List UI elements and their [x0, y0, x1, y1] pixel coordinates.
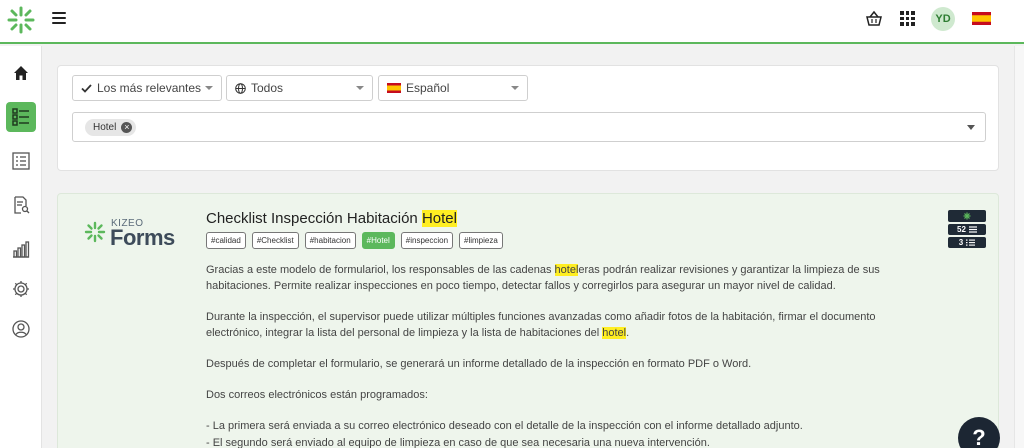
tag-chip-label: Hotel [93, 122, 117, 133]
tag-chip-hotel[interactable]: Hotel × [85, 119, 137, 136]
list-lines-icon [968, 226, 977, 233]
description-bullet: - La primera será enviada a su correo el… [206, 420, 803, 432]
tag-limpieza[interactable]: #limpieza [459, 232, 503, 249]
tag-checklist[interactable]: #Checklist [251, 232, 299, 249]
title-highlight: Hotel [421, 210, 457, 227]
sidebar-item-settings[interactable] [6, 274, 36, 304]
sidebar-item-statistics[interactable] [6, 234, 36, 264]
gear-icon [13, 281, 29, 297]
bullet-list-icon [966, 239, 976, 246]
hamburger-menu-icon[interactable] [52, 12, 66, 24]
spain-flag-icon[interactable] [972, 12, 991, 25]
language-select[interactable]: Español [378, 75, 528, 101]
kizeo-logo-icon [963, 212, 971, 220]
tag-calidad[interactable]: #calidad [206, 232, 246, 249]
title-text: Checklist Inspección Habitación [206, 210, 422, 227]
top-bar: YD [0, 0, 1024, 44]
language-select-value: Español [406, 81, 450, 95]
bar-chart-icon [13, 241, 30, 258]
tag-hotel[interactable]: #Hotel [361, 232, 395, 249]
tag-filter-input[interactable]: Hotel × [72, 112, 986, 142]
search-highlight: hotel [554, 264, 579, 276]
chevron-down-icon [511, 86, 519, 90]
text-segment: Gracias a este modelo de formulariol, lo… [206, 264, 555, 276]
chevron-down-icon [205, 86, 213, 90]
basket-icon[interactable] [865, 10, 883, 28]
scope-select[interactable]: Todos [226, 75, 373, 101]
list-icon [12, 152, 30, 170]
template-description: Gracias a este modelo de formulariol, lo… [206, 262, 926, 448]
tag-inspeccion[interactable]: #inspeccion [400, 232, 454, 249]
pages-count-badge: 52 [948, 224, 986, 235]
sort-select-value: Los más relevantes [97, 81, 202, 95]
text-segment: Durante la inspección, el supervisor pue… [206, 311, 876, 339]
sidebar [0, 46, 42, 448]
lists-count: 3 [958, 238, 964, 247]
checkmark-icon [81, 83, 92, 93]
description-paragraph: Después de completar el formulario, se g… [206, 358, 752, 370]
kizeo-logo-icon [84, 221, 106, 243]
checklist-icon [12, 108, 29, 126]
globe-icon [235, 82, 246, 94]
chevron-down-icon[interactable] [967, 125, 975, 130]
template-title[interactable]: Checklist Inspección Habitación Hotel [206, 210, 457, 227]
text-segment: . [626, 327, 630, 339]
tag-list: #calidad #Checklist #habitacion #Hotel #… [206, 232, 503, 249]
user-icon [12, 320, 30, 338]
kizeo-logo-icon[interactable] [6, 5, 36, 35]
sort-select[interactable]: Los más relevantes [72, 75, 222, 101]
description-bullet: - El segundo será enviado al equipo de l… [206, 437, 710, 448]
scope-select-value: Todos [251, 81, 284, 95]
sidebar-item-checklist[interactable] [6, 102, 36, 132]
lists-count-badge: 3 [948, 237, 986, 248]
avatar[interactable]: YD [931, 7, 955, 31]
home-icon [14, 66, 28, 80]
filter-panel: Los más relevantes Todos Español Hotel × [57, 65, 999, 171]
search-highlight: hotel [602, 327, 627, 339]
tag-habitacion[interactable]: #habitacion [304, 232, 356, 249]
spain-flag-icon [387, 83, 401, 93]
sidebar-item-home[interactable] [6, 58, 36, 88]
description-paragraph: Durante la inspección, el supervisor pue… [206, 309, 926, 341]
description-paragraph: Dos correos electrónicos están programad… [206, 389, 428, 401]
template-result-card[interactable]: KIZEO Forms Checklist Inspección Habitac… [57, 193, 999, 448]
sidebar-item-user[interactable] [6, 314, 36, 344]
scrollbar[interactable] [1014, 46, 1024, 448]
kizeo-forms-logo: KIZEO Forms [84, 218, 194, 250]
kizeo-badge [948, 210, 986, 222]
description-paragraph: Gracias a este modelo de formulariol, lo… [206, 262, 926, 294]
sidebar-item-document-search[interactable] [6, 190, 36, 220]
sidebar-item-list[interactable] [6, 146, 36, 176]
remove-tag-icon[interactable]: × [121, 122, 133, 133]
brand-forms-text: Forms [110, 225, 175, 250]
document-search-icon [14, 196, 30, 214]
chevron-down-icon [356, 86, 364, 90]
template-badges: 52 3 [948, 210, 986, 250]
apps-grid-icon[interactable] [900, 11, 915, 26]
pages-count: 52 [957, 225, 966, 234]
